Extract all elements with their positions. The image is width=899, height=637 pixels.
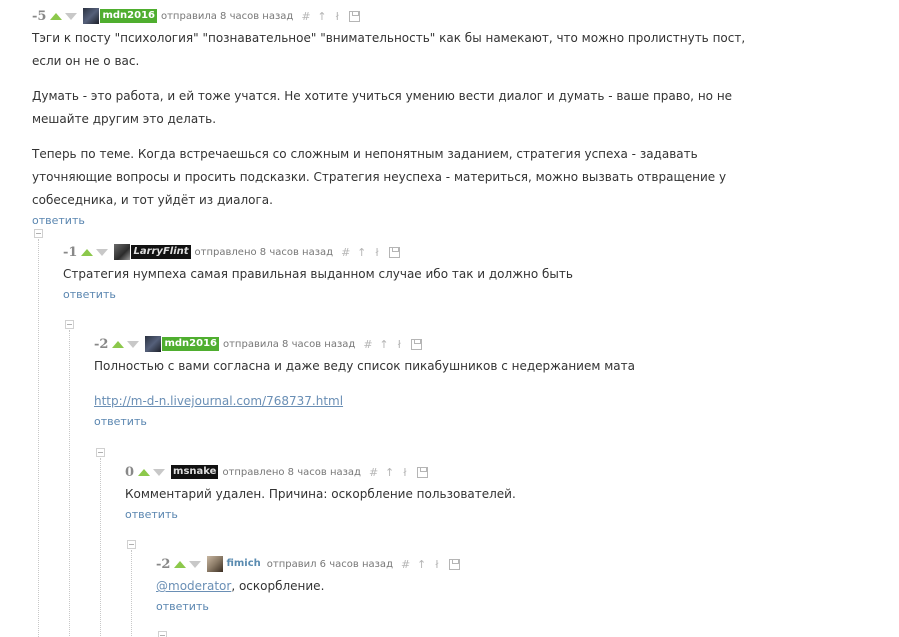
comment-body: Стратегия нумпеха самая правильная выдан… <box>63 263 763 286</box>
save-icon[interactable] <box>349 10 361 22</box>
branch-icon[interactable]: ł <box>373 246 381 259</box>
comment-rating: -1 <box>63 244 78 260</box>
vote-down-icon[interactable] <box>189 560 202 568</box>
vote-up-icon[interactable] <box>81 248 94 256</box>
comment-timestamp[interactable]: отправлено 8 часов назад <box>222 467 361 478</box>
comment-header: -5 mdn2016 отправила 8 часов назад # ↑ ł <box>32 8 762 24</box>
reply-link[interactable]: ответить <box>156 600 856 613</box>
thread-line <box>131 550 132 637</box>
avatar[interactable] <box>114 244 131 260</box>
username[interactable]: LarryFlint <box>131 245 191 259</box>
comment-paragraph: Тэги к посту "психология" "познавательно… <box>32 31 746 68</box>
comment: -5 mdn2016 отправила 8 часов назад # ↑ ł… <box>32 8 762 227</box>
comment-rating: -2 <box>94 336 109 352</box>
comment-body: Тэги к посту "психология" "познавательно… <box>32 27 762 212</box>
collapse-toggle[interactable] <box>65 320 74 329</box>
hash-icon[interactable]: # <box>363 338 372 351</box>
comment-text: , оскорбление. <box>231 579 325 593</box>
username[interactable]: fimich <box>224 557 262 571</box>
comment-rating: -5 <box>32 8 47 24</box>
vote-up-icon[interactable] <box>138 468 151 476</box>
comment: -2 fimich отправил 6 часов назад # ↑ ł @… <box>156 556 856 613</box>
save-icon[interactable] <box>416 466 428 478</box>
comment-rating: 0 <box>125 464 135 480</box>
collapse-toggle[interactable] <box>96 448 105 457</box>
comment-body: Комментарий удален. Причина: оскорбление… <box>125 483 825 506</box>
comment-timestamp[interactable]: отправил 6 часов назад <box>267 559 393 570</box>
vote-down-icon[interactable] <box>127 340 140 348</box>
vote-down-icon[interactable] <box>96 248 109 256</box>
vote-up-icon[interactable] <box>112 340 125 348</box>
comments-page: -5 mdn2016 отправила 8 часов назад # ↑ ł… <box>0 0 899 637</box>
comment-timestamp[interactable]: отправила 8 часов назад <box>223 339 355 350</box>
vote-up-icon[interactable] <box>50 12 63 20</box>
collapse-toggle[interactable] <box>127 540 136 549</box>
arrow-up-icon[interactable]: ↑ <box>317 10 326 23</box>
branch-icon[interactable]: ł <box>333 10 341 23</box>
arrow-up-icon[interactable]: ↑ <box>357 246 366 259</box>
comment: -2 mdn2016 отправила 8 часов назад # ↑ ł… <box>94 336 794 428</box>
username[interactable]: mdn2016 <box>100 9 157 23</box>
comment-paragraph: Комментарий удален. Причина: оскорбление… <box>125 487 516 501</box>
comment: 0 msnake отправлено 8 часов назад # ↑ ł … <box>125 464 825 522</box>
comment: -1 LarryFlint отправлено 8 часов назад #… <box>63 244 763 301</box>
comment-timestamp[interactable]: отправлено 8 часов назад <box>195 247 334 258</box>
comment-paragraph: Думать - это работа, и ей тоже учатся. Н… <box>32 89 733 126</box>
comment-header: -1 LarryFlint отправлено 8 часов назад #… <box>63 244 763 260</box>
comment-header: -2 mdn2016 отправила 8 часов назад # ↑ ł <box>94 336 794 352</box>
thread-line <box>38 239 39 637</box>
vote-down-icon[interactable] <box>153 468 166 476</box>
comment-header: -2 fimich отправил 6 часов назад # ↑ ł <box>156 556 856 572</box>
reply-link[interactable]: ответить <box>63 288 763 301</box>
branch-icon[interactable]: ł <box>433 558 441 571</box>
arrow-up-icon[interactable]: ↑ <box>379 338 388 351</box>
mention-link[interactable]: @moderator <box>156 579 231 593</box>
avatar[interactable] <box>145 336 162 352</box>
vote-down-icon[interactable] <box>65 12 78 20</box>
save-icon[interactable] <box>448 558 460 570</box>
reply-link[interactable]: ответить <box>94 415 794 428</box>
comment-body: @moderator, оскорбление. <box>156 575 856 598</box>
reply-link[interactable]: ответить <box>32 214 762 227</box>
branch-icon[interactable]: ł <box>401 466 409 479</box>
comment-paragraph: Теперь по теме. Когда встречаешься со сл… <box>32 147 727 207</box>
comment-body: Полностью с вами согласна и даже веду сп… <box>94 355 794 413</box>
avatar[interactable] <box>207 556 224 572</box>
thread-line <box>100 458 101 637</box>
arrow-up-icon[interactable]: ↑ <box>385 466 394 479</box>
save-icon[interactable] <box>389 246 401 258</box>
save-icon[interactable] <box>411 338 423 350</box>
comment-timestamp[interactable]: отправила 8 часов назад <box>161 11 293 22</box>
hash-icon[interactable]: # <box>401 558 410 571</box>
hash-icon[interactable]: # <box>301 10 310 23</box>
thread-line <box>69 330 70 637</box>
arrow-up-icon[interactable]: ↑ <box>417 558 426 571</box>
branch-icon[interactable]: ł <box>395 338 403 351</box>
comment-paragraph: Полностью с вами согласна и даже веду сп… <box>94 359 635 373</box>
reply-link[interactable]: ответить <box>125 508 825 521</box>
comment-paragraph: Стратегия нумпеха самая правильная выдан… <box>63 267 573 281</box>
hash-icon[interactable]: # <box>369 466 378 479</box>
collapse-toggle[interactable] <box>158 631 167 637</box>
comment-rating: -2 <box>156 556 171 572</box>
username[interactable]: mdn2016 <box>162 337 219 351</box>
collapse-toggle[interactable] <box>34 229 43 238</box>
hash-icon[interactable]: # <box>341 246 350 259</box>
vote-up-icon[interactable] <box>174 560 187 568</box>
external-link[interactable]: http://m-d-n.livejournal.com/768737.html <box>94 394 343 408</box>
comment-header: 0 msnake отправлено 8 часов назад # ↑ ł <box>125 464 825 480</box>
username[interactable]: msnake <box>171 465 219 479</box>
avatar[interactable] <box>83 8 100 24</box>
